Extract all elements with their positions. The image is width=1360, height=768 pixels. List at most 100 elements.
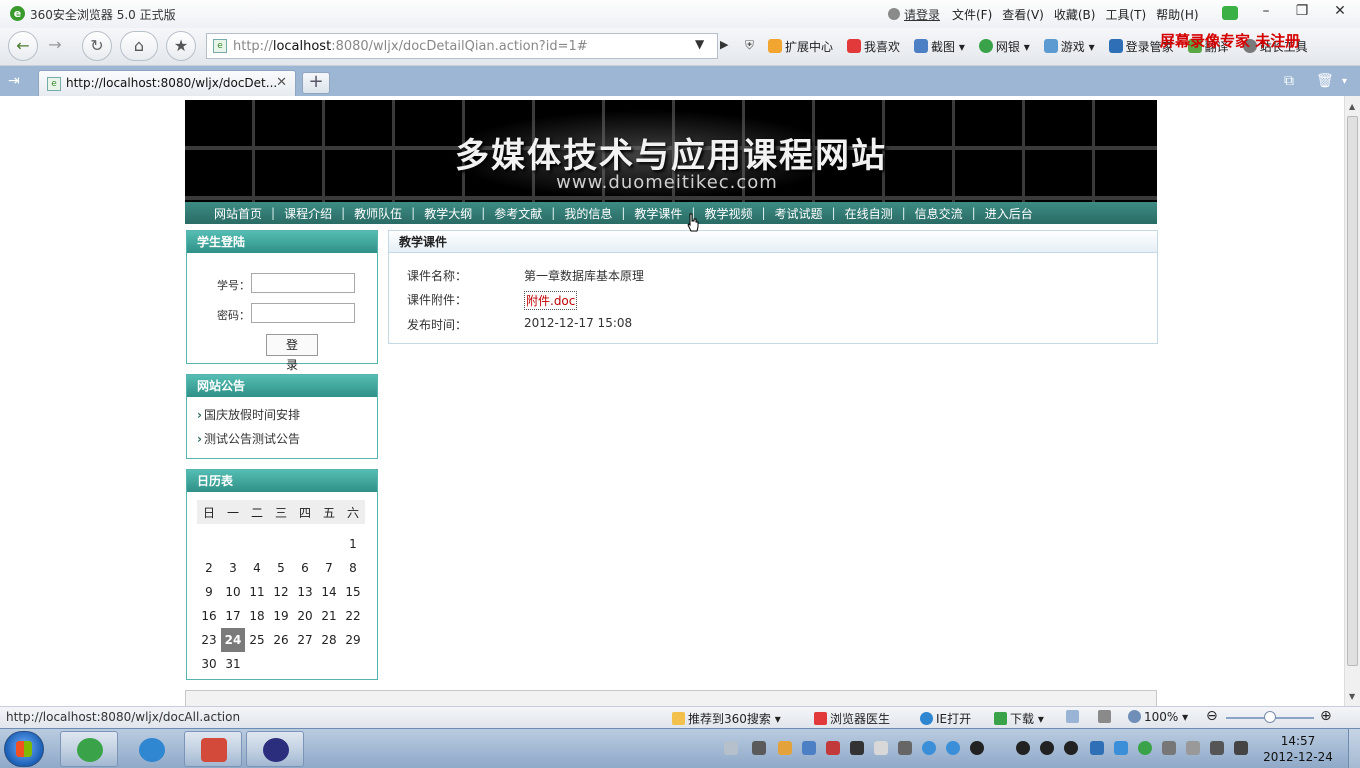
menu-help[interactable]: 帮助(H) (1156, 6, 1198, 23)
calendar-day[interactable]: 11 (245, 580, 269, 604)
menu-view[interactable]: 查看(V) (1002, 6, 1044, 23)
skin-icon[interactable] (1222, 6, 1238, 20)
calendar-day[interactable]: 12 (269, 580, 293, 604)
nav-self-test[interactable]: 在线自测 (845, 205, 893, 222)
menu-file[interactable]: 文件(F) (952, 6, 992, 23)
address-url[interactable]: http://localhost:8080/wljx/docDetailQian… (233, 39, 588, 54)
calendar-day[interactable]: 4 (245, 556, 269, 580)
start-button[interactable] (4, 731, 44, 767)
calendar-day[interactable]: 23 (197, 628, 221, 652)
minimize-button[interactable]: – (1248, 0, 1284, 24)
nav-courseware[interactable]: 教学课件 (634, 205, 682, 222)
calendar-day[interactable]: 30 (197, 652, 221, 676)
taskbar-ie[interactable] (122, 731, 180, 767)
volume-icon[interactable] (1210, 741, 1224, 755)
zoom-out-icon[interactable]: ⊖ (1206, 708, 1218, 724)
menu-tools[interactable]: 工具(T) (1105, 6, 1146, 23)
calendar-today[interactable]: 24 (221, 628, 245, 652)
tray-app-icon[interactable] (826, 741, 840, 755)
calendar-day[interactable]: 18 (245, 604, 269, 628)
calendar-day[interactable]: 13 (293, 580, 317, 604)
calendar-day[interactable]: 15 (341, 580, 365, 604)
nav-videos[interactable]: 教学视频 (704, 205, 752, 222)
tray-app-icon[interactable] (778, 741, 792, 755)
login-link[interactable]: 请登录 (888, 6, 940, 23)
tray-app-icon[interactable] (802, 741, 816, 755)
calendar-day[interactable]: 10 (221, 580, 245, 604)
calendar-day[interactable]: 6 (293, 556, 317, 580)
tab-menu-icon[interactable]: ▾ (1342, 76, 1347, 87)
calendar-day[interactable]: 7 (317, 556, 341, 580)
calendar-day[interactable]: 21 (317, 604, 341, 628)
scroll-up-icon[interactable]: ▲ (1349, 102, 1355, 111)
calendar-day[interactable]: 14 (317, 580, 341, 604)
nav-syllabus[interactable]: 教学大纲 (424, 205, 472, 222)
scroll-down-icon[interactable]: ▼ (1349, 692, 1355, 701)
vertical-scrollbar[interactable]: ▲ ▼ (1344, 96, 1360, 706)
taskbar-360-browser[interactable] (60, 731, 118, 767)
nav-teachers[interactable]: 教师队伍 (354, 205, 402, 222)
zoom-in-icon[interactable]: ⊕ (1320, 708, 1332, 724)
trash-icon[interactable]: 🗑 (1316, 73, 1334, 89)
calendar-day[interactable]: 26 (269, 628, 293, 652)
system-clock[interactable]: 14:57 2012-12-24 (1258, 733, 1338, 765)
qq-icon[interactable] (1064, 741, 1078, 755)
chevron-down-icon[interactable]: ▼ (695, 37, 704, 51)
attachment-link[interactable]: 附件.doc (524, 291, 578, 310)
nav-home[interactable]: 网站首页 (214, 205, 262, 222)
shield-icon[interactable]: ⛨ (745, 38, 754, 55)
address-bar[interactable]: e http://localhost:8080/wljx/docDetailQi… (206, 33, 718, 59)
tray-app-icon[interactable] (874, 741, 888, 755)
nav-my-info[interactable]: 我的信息 (564, 205, 612, 222)
sidebar-toggle-icon[interactable]: ⇥ (8, 73, 20, 89)
calendar-day[interactable]: 19 (269, 604, 293, 628)
download-button[interactable]: 下载 ▾ (994, 710, 1044, 727)
tab-active[interactable]: e http://localhost:8080/wljx/docDet... ✕ (38, 70, 296, 96)
calendar-day[interactable]: 1 (341, 532, 365, 556)
favorite-star-button[interactable]: ★ (166, 31, 196, 61)
network-icon[interactable] (1234, 741, 1248, 755)
tray-app-icon[interactable] (946, 741, 960, 755)
tab-overview-icon[interactable]: ⧉ (1284, 73, 1294, 89)
toolbar-screenshot[interactable]: 截图 ▾ (914, 38, 965, 55)
calendar-day[interactable]: 2 (197, 556, 221, 580)
calendar-day[interactable]: 31 (221, 652, 245, 676)
refresh-button[interactable]: ↻ (82, 31, 112, 61)
calendar-day[interactable]: 17 (221, 604, 245, 628)
restore-button[interactable]: ❐ (1284, 0, 1320, 24)
toolbar-games[interactable]: 游戏 ▾ (1043, 38, 1095, 55)
tray-app-icon[interactable] (850, 741, 864, 755)
nav-exams[interactable]: 考试试题 (775, 205, 823, 222)
zoom-control[interactable]: 100% ▾ (1128, 710, 1188, 724)
close-window-button[interactable]: ✕ (1322, 0, 1358, 24)
nav-references[interactable]: 参考文献 (494, 205, 542, 222)
zoom-slider-handle[interactable] (1264, 711, 1276, 723)
show-desktop-button[interactable] (1348, 729, 1360, 768)
calendar-day[interactable]: 25 (245, 628, 269, 652)
calendar-day[interactable]: 5 (269, 556, 293, 580)
nav-admin[interactable]: 进入后台 (985, 205, 1033, 222)
login-button[interactable]: 登 录 (266, 334, 318, 372)
tray-app-icon[interactable] (752, 741, 766, 755)
shield-icon[interactable] (1114, 741, 1128, 755)
calendar-day[interactable]: 3 (221, 556, 245, 580)
menu-favorites[interactable]: 收藏(B) (1054, 6, 1096, 23)
keyboard-icon[interactable] (724, 741, 738, 755)
qq-icon[interactable] (1040, 741, 1054, 755)
browser-doctor[interactable]: 浏览器医生 (814, 710, 890, 727)
password-input[interactable] (251, 303, 355, 323)
security-icon[interactable] (1090, 741, 1104, 755)
new-tab-button[interactable]: + (302, 72, 330, 94)
calendar-day[interactable]: 22 (341, 604, 365, 628)
calendar-day[interactable]: 8 (341, 556, 365, 580)
sync-icon[interactable] (1138, 741, 1152, 755)
home-button[interactable]: ⌂ (120, 31, 158, 61)
scroll-thumb[interactable] (1347, 116, 1358, 666)
close-tab-icon[interactable]: ✕ (276, 75, 287, 90)
calendar-day[interactable]: 29 (341, 628, 365, 652)
calendar-day[interactable]: 16 (197, 604, 221, 628)
recommend-360-search[interactable]: 推荐到360搜索 ▾ (672, 710, 781, 727)
toolbar-like[interactable]: 我喜欢 (847, 38, 900, 55)
nav-course-intro[interactable]: 课程介绍 (284, 205, 332, 222)
notice-item[interactable]: 国庆放假时间安排 (197, 405, 377, 429)
